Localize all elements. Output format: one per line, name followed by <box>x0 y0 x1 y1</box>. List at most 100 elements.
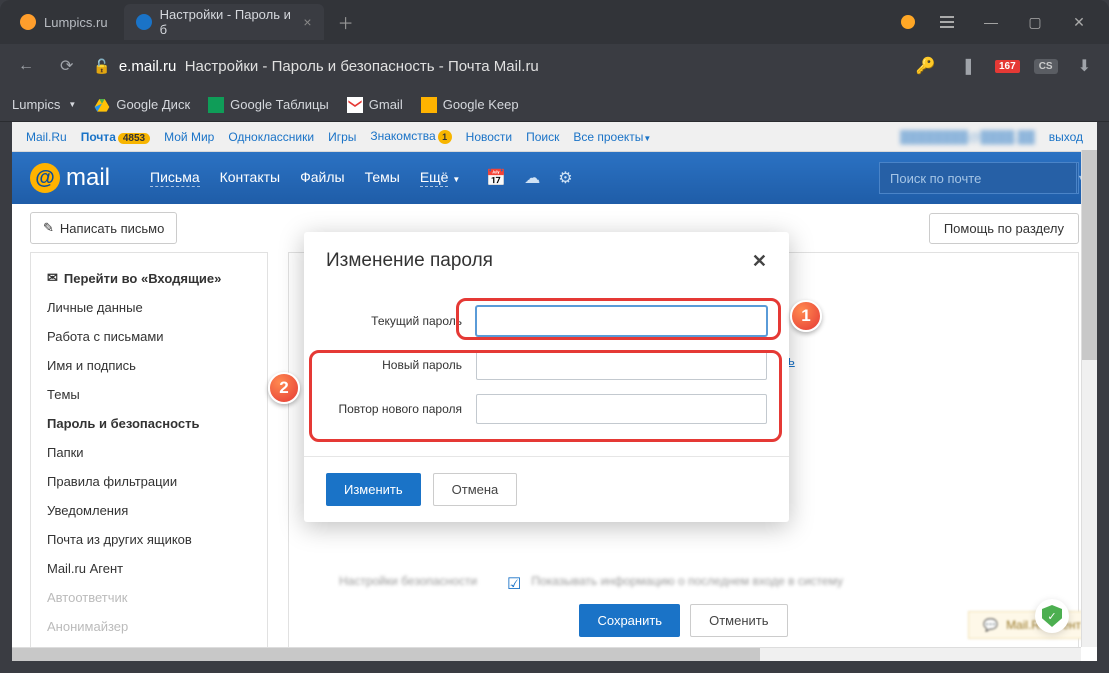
topnav-mymir[interactable]: Мой Мир <box>164 130 214 144</box>
calendar-icon[interactable]: 📅 <box>486 168 506 188</box>
browser-nav-bar: ← ⟳ 🔓 e.mail.ru Настройки - Пароль и без… <box>0 44 1109 88</box>
nav-contacts[interactable]: Контакты <box>220 169 280 187</box>
cloud-icon[interactable]: ☁ <box>524 168 540 188</box>
window-close-icon[interactable]: ✕ <box>1057 0 1101 44</box>
favicon-lumpics <box>20 14 36 30</box>
horizontal-scrollbar[interactable] <box>12 647 1081 661</box>
change-password-modal: Изменение пароля ✕ Текущий пароль Новый … <box>304 232 789 522</box>
bookmark-icon[interactable]: ❚ <box>956 52 981 80</box>
window-minimize-icon[interactable]: — <box>969 0 1013 44</box>
sidebar-item-agent[interactable]: Mail.ru Агент <box>31 554 267 583</box>
topnav-ok[interactable]: Одноклассники <box>228 130 314 144</box>
nav-letters[interactable]: Письма <box>150 169 200 187</box>
tab-close-icon[interactable]: × <box>303 14 311 30</box>
new-tab-button[interactable]: ＋ <box>328 10 364 34</box>
compose-icon: ✎ <box>43 220 54 236</box>
bookmarks-bar: Lumpics▼ Google Диск Google Таблицы Gmai… <box>0 88 1109 122</box>
save-button[interactable]: Сохранить <box>579 604 680 637</box>
downloads-icon[interactable]: ⬇ <box>1072 52 1097 80</box>
tab-label: Настройки - Пароль и б <box>160 7 296 37</box>
user-email[interactable]: ████████@████.██ <box>900 130 1035 144</box>
gear-icon[interactable]: ⚙ <box>558 168 572 188</box>
sidebar-item-autoreply[interactable]: Автоответчик <box>31 583 267 612</box>
agent-icon: 💬 <box>983 618 998 632</box>
url-domain: e.mail.ru <box>119 58 177 75</box>
hamburger-menu-icon[interactable] <box>925 0 969 44</box>
bookmark-gmail[interactable]: Gmail <box>347 97 403 113</box>
sidebar-item-security[interactable]: Пароль и безопасность <box>31 409 267 438</box>
logout-link[interactable]: выход <box>1049 130 1083 144</box>
shield-icon: ✓ <box>1042 605 1062 627</box>
reload-button-icon[interactable]: ⟳ <box>54 52 79 80</box>
back-button-icon[interactable]: ← <box>12 53 40 79</box>
label-current-password: Текущий пароль <box>326 314 476 328</box>
url-bar[interactable]: 🔓 e.mail.ru Настройки - Пароль и безопас… <box>93 58 895 75</box>
sidebar-item-external[interactable]: Почта из других ящиков <box>31 525 267 554</box>
nav-more[interactable]: Ещё ▼ <box>420 169 460 187</box>
topnav-search[interactable]: Поиск <box>526 130 559 144</box>
bookmark-lumpics[interactable]: Lumpics▼ <box>12 97 76 112</box>
label-repeat-password: Повтор нового пароля <box>326 402 476 416</box>
bookmark-gsheets[interactable]: Google Таблицы <box>208 97 329 113</box>
label-new-password: Новый пароль <box>326 358 476 372</box>
tab-label: Lumpics.ru <box>44 15 108 30</box>
extension-dot-icon[interactable] <box>901 15 915 29</box>
sidebar-item-letters[interactable]: Работа с письмами <box>31 322 267 351</box>
bookmark-gdrive[interactable]: Google Диск <box>94 97 190 113</box>
window-maximize-icon[interactable]: ▢ <box>1013 0 1057 44</box>
sidebar-item-folders[interactable]: Папки <box>31 438 267 467</box>
main-cancel-button[interactable]: Отменить <box>690 604 787 637</box>
gkeep-icon <box>421 97 437 113</box>
sidebar-item-themes[interactable]: Темы <box>31 380 267 409</box>
nav-themes[interactable]: Темы <box>365 169 400 187</box>
compose-button[interactable]: ✎ Написать письмо <box>30 212 177 244</box>
url-path: Настройки - Пароль и безопасность - Почт… <box>185 58 539 75</box>
search-input[interactable] <box>880 171 1076 186</box>
topnav-mailru[interactable]: Mail.Ru <box>26 130 67 144</box>
envelope-icon: ✉ <box>47 270 58 286</box>
nav-files[interactable]: Файлы <box>300 169 344 187</box>
security-settings-desc: Показывать информацию о последнем входе … <box>531 574 843 588</box>
modal-close-icon[interactable]: ✕ <box>752 251 767 272</box>
header-nav: Письма Контакты Файлы Темы Ещё ▼ <box>150 169 460 187</box>
key-icon[interactable]: 🔑 <box>910 52 942 80</box>
sidebar-item-personal[interactable]: Личные данные <box>31 293 267 322</box>
dating-badge: 1 <box>438 130 452 144</box>
topnav-dating[interactable]: Знакомства <box>370 129 435 143</box>
favicon-mailru <box>136 14 152 30</box>
notification-badge[interactable]: 167 <box>995 60 1020 73</box>
topnav-allprojects[interactable]: Все проекты <box>573 130 643 144</box>
window-titlebar: Lumpics.ru Настройки - Пароль и б × ＋ — … <box>0 0 1109 44</box>
topnav-games[interactable]: Игры <box>328 130 356 144</box>
annotation-badge-1: 1 <box>790 300 822 332</box>
browser-tab-mailru[interactable]: Настройки - Пароль и б × <box>124 4 324 40</box>
sidebar-item-filters[interactable]: Правила фильтрации <box>31 467 267 496</box>
vertical-scrollbar[interactable] <box>1081 150 1097 647</box>
sidebar-inbox-link[interactable]: ✉ Перейти во «Входящие» <box>31 263 267 293</box>
agent-banner[interactable]: 💬 Mail.Ru Агент <box>968 611 1096 639</box>
shield-badge[interactable]: ✓ <box>1035 599 1069 633</box>
browser-tab-lumpics[interactable]: Lumpics.ru <box>8 4 120 40</box>
sidebar-item-name[interactable]: Имя и подпись <box>31 351 267 380</box>
cs-badge[interactable]: CS <box>1034 59 1058 74</box>
topnav-news[interactable]: Новости <box>466 130 512 144</box>
modal-cancel-button[interactable]: Отмена <box>433 473 518 506</box>
input-repeat-password[interactable] <box>476 394 767 424</box>
lock-icon: 🔓 <box>93 58 110 75</box>
logo-at-icon: @ <box>30 163 60 193</box>
gdrive-icon <box>94 97 110 113</box>
modal-submit-button[interactable]: Изменить <box>326 473 421 506</box>
mailru-logo[interactable]: @ mail <box>30 163 110 193</box>
bookmark-gkeep[interactable]: Google Keep <box>421 97 519 113</box>
gsheets-icon <box>208 97 224 113</box>
annotation-badge-2: 2 <box>268 372 300 404</box>
security-settings-label: Настройки безопасности <box>339 574 477 588</box>
sidebar-item-anonymizer[interactable]: Анонимайзер <box>31 612 267 641</box>
topnav-mail[interactable]: Почта <box>81 130 116 144</box>
input-current-password[interactable] <box>476 306 767 336</box>
input-new-password[interactable] <box>476 350 767 380</box>
sidebar-item-notifications[interactable]: Уведомления <box>31 496 267 525</box>
mailru-topnav: Mail.Ru Почта4853 Мой Мир Одноклассники … <box>12 122 1097 152</box>
help-button[interactable]: Помощь по разделу <box>929 213 1079 244</box>
mail-count-badge: 4853 <box>118 133 150 144</box>
